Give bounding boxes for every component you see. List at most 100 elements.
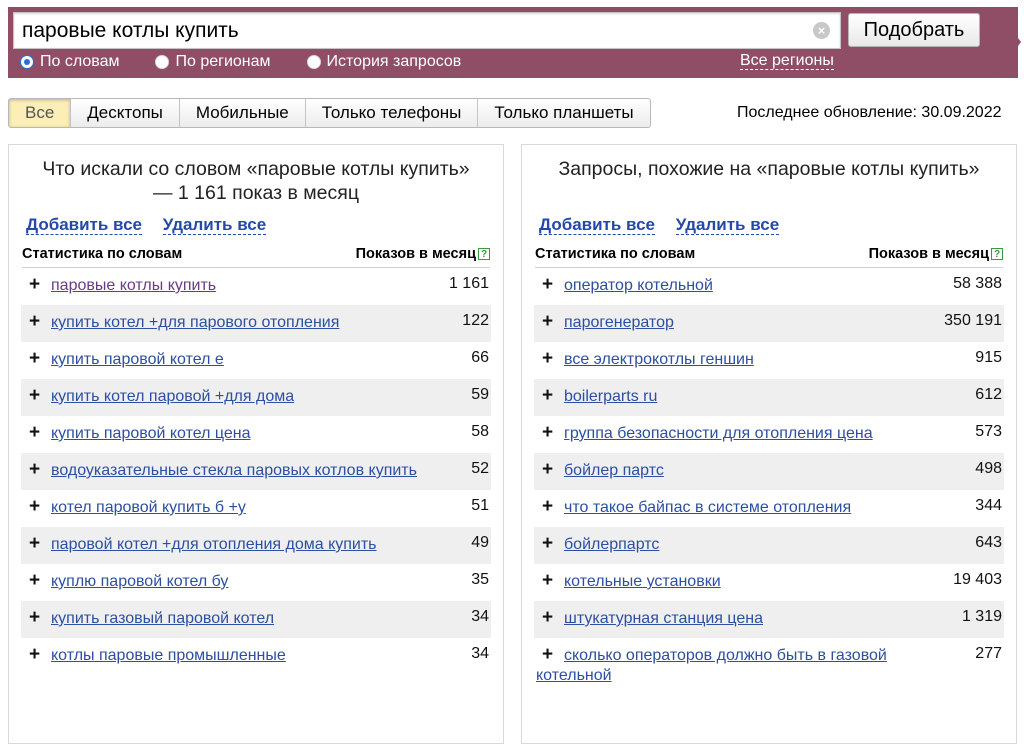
impressions-count: 350 191 xyxy=(944,312,1002,329)
phrase-link[interactable]: куплю паровой котел бу xyxy=(51,573,228,590)
impressions-count: 915 xyxy=(975,349,1002,366)
impressions-count: 498 xyxy=(975,460,1002,477)
search-input[interactable] xyxy=(14,13,804,48)
search-box[interactable]: × xyxy=(13,12,841,49)
add-phrase-icon[interactable]: + xyxy=(23,312,51,332)
phrase-link[interactable]: бойлерпартс xyxy=(564,536,659,553)
phrase-link[interactable]: штукатурная станция цена xyxy=(564,610,763,627)
add-phrase-icon[interactable]: + xyxy=(536,571,564,591)
phrase-link[interactable]: оператор котельной xyxy=(564,277,713,294)
remove-all-button[interactable]: Удалить все xyxy=(675,215,780,235)
left-panel: Что искали со словом «паровые котлы купи… xyxy=(8,144,504,744)
column-header-phrases: Статистика по словам xyxy=(535,246,696,262)
panel-actions: Добавить все Удалить все xyxy=(539,215,795,235)
add-phrase-icon[interactable]: + xyxy=(536,349,564,369)
impressions-count: 52 xyxy=(471,460,489,477)
phrase-link[interactable]: купить паровой котел е xyxy=(51,351,224,368)
phrase-link[interactable]: купить котел паровой +для дома xyxy=(51,388,294,405)
column-header-phrases: Статистика по словам xyxy=(22,246,183,262)
phrase-link[interactable]: купить котел +для парового отопления xyxy=(51,314,339,331)
add-phrase-icon[interactable]: + xyxy=(536,312,564,332)
add-phrase-icon[interactable]: + xyxy=(23,423,51,443)
tab-phones-only[interactable]: Только телефоны xyxy=(306,99,479,127)
table-row: + водоуказательные стекла паровых котлов … xyxy=(21,453,491,490)
add-all-button[interactable]: Добавить все xyxy=(26,215,142,235)
table-row: + купить паровой котел е 66 xyxy=(21,342,491,379)
right-panel: Запросы, похожие на «паровые котлы купит… xyxy=(521,144,1017,744)
table-row: + котлы паровые промышленные 34 xyxy=(21,638,491,675)
phrase-link[interactable]: паровые котлы купить xyxy=(51,277,216,294)
impressions-count: 34 xyxy=(471,645,489,662)
add-phrase-icon[interactable]: + xyxy=(23,645,51,665)
phrase-link[interactable]: котлы паровые промышленные xyxy=(51,647,286,664)
add-phrase-icon[interactable]: + xyxy=(536,534,564,554)
add-phrase-icon[interactable]: + xyxy=(536,608,564,628)
phrase-link[interactable]: паровой котел +для отопления дома купить xyxy=(51,536,377,553)
phrase-link[interactable]: парогенератор xyxy=(564,314,674,331)
add-phrase-icon[interactable]: + xyxy=(536,645,564,665)
add-phrase-icon[interactable]: + xyxy=(23,534,51,554)
all-regions-link[interactable]: Все регионы xyxy=(740,52,834,70)
panel-actions: Добавить все Удалить все xyxy=(26,215,282,235)
table-row: + парогенератор 350 191 xyxy=(534,305,1004,342)
phrase-link[interactable]: группа безопасности для отопления цена xyxy=(564,425,873,442)
phrase-link[interactable]: что такое байпас в системе отопления xyxy=(564,499,851,516)
phrase-link[interactable]: boilerparts ru xyxy=(564,388,657,405)
add-phrase-icon[interactable]: + xyxy=(23,608,51,628)
phrase-link[interactable]: водоуказательные стекла паровых котлов к… xyxy=(51,462,417,479)
add-phrase-icon[interactable]: + xyxy=(536,386,564,406)
table-row: + паровые котлы купить 1 161 xyxy=(21,268,491,305)
add-phrase-icon[interactable]: + xyxy=(23,460,51,480)
phrase-link[interactable]: котел паровой купить б +у xyxy=(51,499,246,516)
submit-button[interactable]: Подобрать xyxy=(848,13,980,47)
table-row: + купить котел +для парового отопления 122 xyxy=(21,305,491,342)
table-row: + котельные установки 19 403 xyxy=(534,564,1004,601)
add-all-button[interactable]: Добавить все xyxy=(539,215,655,235)
add-phrase-icon[interactable]: + xyxy=(536,275,564,295)
tab-mobile[interactable]: Мобильные xyxy=(180,99,306,127)
radio-by-words[interactable]: По словам xyxy=(20,53,119,71)
radio-checked-icon[interactable] xyxy=(20,55,34,69)
table-row: + купить газовый паровой котел 34 xyxy=(21,601,491,638)
impressions-count: 122 xyxy=(462,312,489,329)
add-phrase-icon[interactable]: + xyxy=(23,349,51,369)
add-phrase-icon[interactable]: + xyxy=(23,275,51,295)
add-phrase-icon[interactable]: + xyxy=(23,497,51,517)
search-mode-radios: По словам По регионам История запросов xyxy=(20,52,497,72)
add-phrase-icon[interactable]: + xyxy=(536,460,564,480)
tab-desktops[interactable]: Десктопы xyxy=(71,99,180,127)
header-arrow-decoration xyxy=(995,7,1021,77)
column-header-counts: Показов в месяц? xyxy=(869,246,1003,262)
table-row: + оператор котельной 58 388 xyxy=(534,268,1004,305)
phrase-link[interactable]: котельные установки xyxy=(564,573,721,590)
tab-all[interactable]: Все xyxy=(9,99,72,127)
clear-icon[interactable]: × xyxy=(813,22,830,39)
phrase-link[interactable]: купить паровой котел цена xyxy=(51,425,251,442)
table-row: + штукатурная станция цена 1 319 xyxy=(534,601,1004,638)
impressions-count: 277 xyxy=(975,645,1002,662)
help-icon[interactable]: ? xyxy=(991,248,1003,260)
help-icon[interactable]: ? xyxy=(478,248,490,260)
radio-history[interactable]: История запросов xyxy=(306,53,461,71)
phrase-link[interactable]: все электрокотлы геншин xyxy=(564,351,754,368)
phrase-link[interactable]: купить газовый паровой котел xyxy=(51,610,274,627)
radio-by-regions[interactable]: По регионам xyxy=(155,53,271,71)
phrase-link[interactable]: бойлер партс xyxy=(564,462,664,479)
last-update-text: Последнее обновление: 30.09.2022 xyxy=(737,104,1002,121)
tab-tablets-only[interactable]: Только планшеты xyxy=(478,99,649,127)
impressions-count: 573 xyxy=(975,423,1002,440)
remove-all-button[interactable]: Удалить все xyxy=(162,215,267,235)
add-phrase-icon[interactable]: + xyxy=(536,423,564,443)
right-rows-list: + оператор котельной 58 388 + парогенератор 3… xyxy=(534,268,1004,693)
table-row: + что такое байпас в системе отопления 344 xyxy=(534,490,1004,527)
impressions-count: 58 388 xyxy=(953,275,1002,292)
add-phrase-icon[interactable]: + xyxy=(23,386,51,406)
add-phrase-icon[interactable]: + xyxy=(23,571,51,591)
phrase-link[interactable]: сколько операторов должно быть в газовой… xyxy=(536,647,887,684)
table-row: + купить паровой котел цена 58 xyxy=(21,416,491,453)
radio-icon[interactable] xyxy=(306,55,321,69)
impressions-count: 35 xyxy=(471,571,489,588)
radio-icon[interactable] xyxy=(155,55,170,69)
add-phrase-icon[interactable]: + xyxy=(536,497,564,517)
table-row: + boilerparts ru 612 xyxy=(534,379,1004,416)
